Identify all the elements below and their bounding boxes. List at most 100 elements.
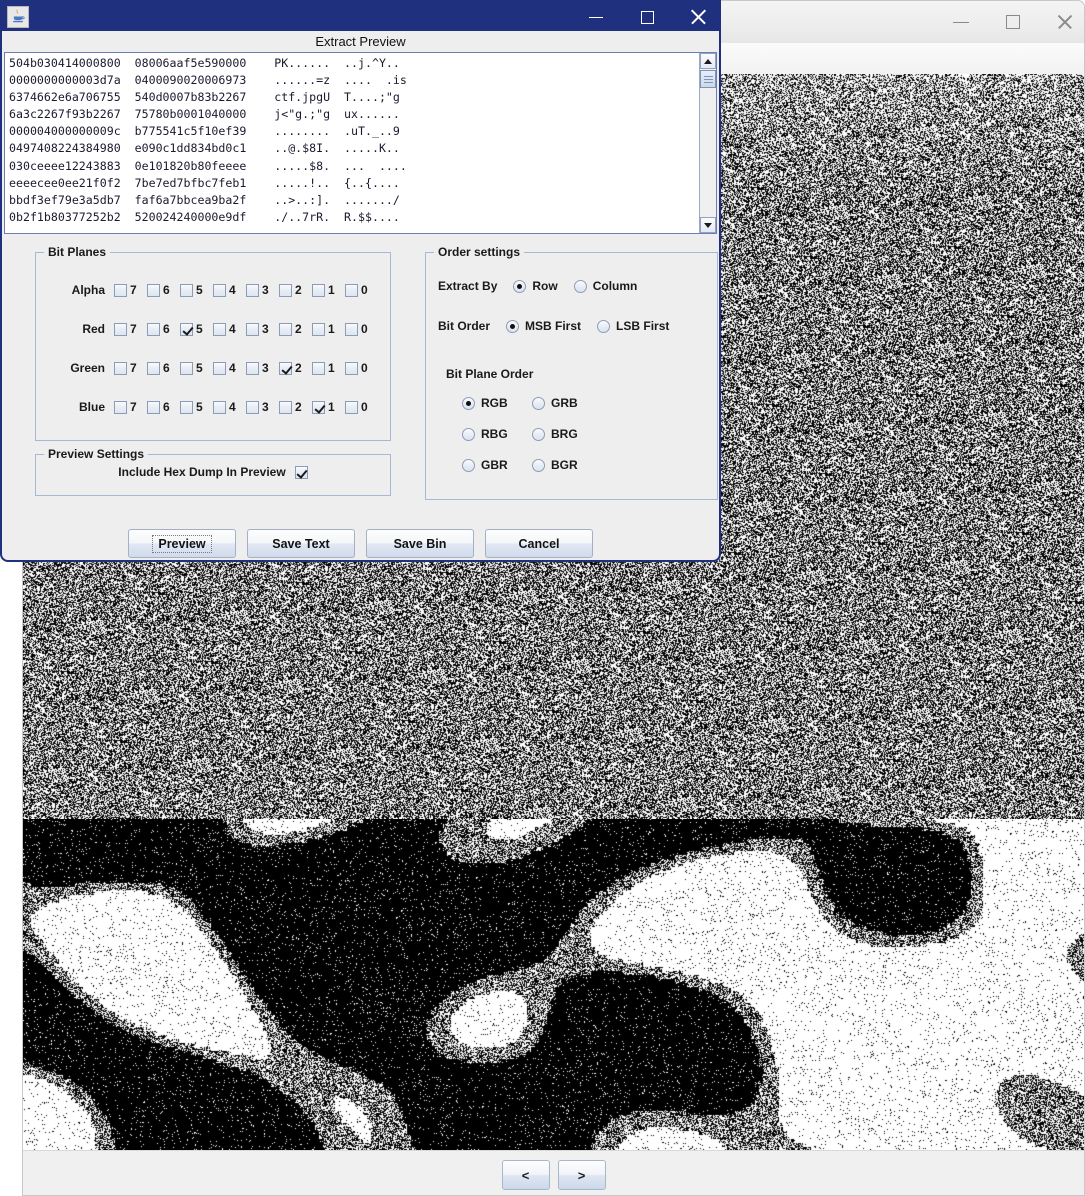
checkbox-alpha-bit-4[interactable] <box>213 283 226 297</box>
checkbox-blue-bit-2[interactable] <box>279 400 292 414</box>
checkbox-red-bit-0[interactable] <box>345 322 358 336</box>
bit-cell-red-4: 4 <box>213 322 246 336</box>
bit-number-label: 2 <box>295 400 302 414</box>
checkbox-green-bit-2[interactable] <box>279 361 292 375</box>
minimize-icon[interactable] <box>588 8 605 25</box>
extract-preview-dialog: Extract Preview 504b030414000800 08006aa… <box>0 0 721 562</box>
extract-by-column[interactable]: Column <box>573 279 637 293</box>
maximize-icon[interactable] <box>1004 13 1022 31</box>
bit-number-label: 1 <box>328 283 335 297</box>
hex-dump-preview-panel[interactable]: 504b030414000800 08006aaf5e590000 PK....… <box>4 52 717 234</box>
checkbox-alpha-bit-1[interactable] <box>312 283 325 297</box>
radio-icon[interactable] <box>462 396 475 410</box>
bit-plane-order-grb[interactable]: GRB <box>532 396 602 410</box>
bit-plane-order-rgb[interactable]: RGB <box>462 396 532 410</box>
radio-icon[interactable] <box>573 279 587 293</box>
checkbox-red-bit-3[interactable] <box>246 322 259 336</box>
bit-cell-red-6: 6 <box>147 322 180 336</box>
checkbox-alpha-bit-5[interactable] <box>180 283 193 297</box>
order-settings-legend: Order settings <box>434 245 525 259</box>
checkbox-blue-bit-4[interactable] <box>213 400 226 414</box>
channel-label-blue: Blue <box>78 400 105 414</box>
include-hex-dump-checkbox[interactable] <box>294 465 308 479</box>
checkbox-alpha-bit-3[interactable] <box>246 283 259 297</box>
bit-plane-order-option-label: RGB <box>481 396 508 410</box>
java-coffee-cup-icon <box>7 5 29 28</box>
checkbox-alpha-bit-2[interactable] <box>279 283 292 297</box>
checkbox-blue-bit-3[interactable] <box>246 400 259 414</box>
scrollbar-thumb[interactable] <box>700 70 716 88</box>
checkbox-blue-bit-7[interactable] <box>114 400 127 414</box>
channel-label-green: Green <box>70 361 105 375</box>
bit-cell-red-7: 7 <box>114 322 147 336</box>
checkbox-blue-bit-5[interactable] <box>180 400 193 414</box>
checkbox-red-bit-5[interactable] <box>180 322 193 336</box>
radio-icon[interactable] <box>513 279 527 293</box>
radio-icon[interactable] <box>462 427 475 441</box>
background-window-footer: < > <box>23 1150 1084 1195</box>
checkbox-blue-bit-1[interactable] <box>312 400 325 414</box>
bit-order-option-label: LSB First <box>616 319 670 333</box>
save-bin-button[interactable]: Save Bin <box>366 529 474 558</box>
bit-number-label: 7 <box>130 400 137 414</box>
background-window-controls <box>952 1 1074 43</box>
checkbox-green-bit-1[interactable] <box>312 361 325 375</box>
bit-cell-green-0: 0 <box>345 361 378 375</box>
checkbox-alpha-bit-6[interactable] <box>147 283 160 297</box>
bit-cell-alpha-5: 5 <box>180 283 213 297</box>
checkbox-red-bit-1[interactable] <box>312 322 325 336</box>
checkbox-green-bit-4[interactable] <box>213 361 226 375</box>
checkbox-green-bit-5[interactable] <box>180 361 193 375</box>
bit-plane-order-brg[interactable]: BRG <box>532 427 602 441</box>
bit-plane-order-rbg[interactable]: RBG <box>462 427 532 441</box>
bit-plane-order-gbr[interactable]: GBR <box>462 458 532 472</box>
radio-icon[interactable] <box>462 458 475 472</box>
checkbox-green-bit-0[interactable] <box>345 361 358 375</box>
preview-settings-groupbox: Preview Settings Include Hex Dump In Pre… <box>35 447 391 496</box>
radio-icon[interactable] <box>532 396 545 410</box>
minimize-icon[interactable] <box>952 13 970 31</box>
checkbox-green-bit-3[interactable] <box>246 361 259 375</box>
bit-number-label: 2 <box>295 361 302 375</box>
bit-number-label: 6 <box>163 361 170 375</box>
cancel-button[interactable]: Cancel <box>485 529 593 558</box>
bit-number-label: 6 <box>163 322 170 336</box>
radio-icon[interactable] <box>532 458 545 472</box>
bit-cell-blue-2: 2 <box>279 400 312 414</box>
save-text-button[interactable]: Save Text <box>247 529 355 558</box>
checkbox-alpha-bit-0[interactable] <box>345 283 358 297</box>
next-image-button[interactable]: > <box>557 1160 606 1190</box>
bit-order-msb-first[interactable]: MSB First <box>506 319 581 333</box>
bit-plane-order-bgr[interactable]: BGR <box>532 458 602 472</box>
bit-cell-blue-3: 3 <box>246 400 279 414</box>
checkbox-red-bit-7[interactable] <box>114 322 127 336</box>
checkbox-green-bit-6[interactable] <box>147 361 160 375</box>
bit-number-label: 5 <box>196 361 203 375</box>
checkbox-red-bit-4[interactable] <box>213 322 226 336</box>
checkbox-red-bit-6[interactable] <box>147 322 160 336</box>
bit-number-label: 2 <box>295 322 302 336</box>
checkbox-alpha-bit-7[interactable] <box>114 283 127 297</box>
bit-cell-green-5: 5 <box>180 361 213 375</box>
bit-order-lsb-first[interactable]: LSB First <box>597 319 669 333</box>
checkbox-blue-bit-0[interactable] <box>345 400 358 414</box>
checkbox-green-bit-7[interactable] <box>114 361 127 375</box>
extract-by-options: Row Column <box>513 279 637 293</box>
close-icon[interactable] <box>690 8 707 25</box>
checkbox-blue-bit-6[interactable] <box>147 400 160 414</box>
dialog-titlebar[interactable] <box>2 2 719 31</box>
preview-button[interactable]: Preview <box>128 529 236 558</box>
checkbox-red-bit-2[interactable] <box>279 322 292 336</box>
scroll-up-icon[interactable] <box>700 53 716 69</box>
prev-image-button[interactable]: < <box>501 1160 550 1190</box>
radio-icon[interactable] <box>532 427 545 441</box>
include-hex-dump-row[interactable]: Include Hex Dump In Preview <box>36 465 390 479</box>
maximize-icon[interactable] <box>639 8 656 25</box>
extract-by-row[interactable]: Row <box>513 279 558 293</box>
scroll-down-icon[interactable] <box>700 217 716 233</box>
close-icon[interactable] <box>1056 13 1074 31</box>
radio-icon[interactable] <box>506 319 520 333</box>
bit-number-label: 3 <box>262 361 269 375</box>
hex-dump-scrollbar[interactable] <box>699 53 716 233</box>
radio-icon[interactable] <box>597 319 611 333</box>
